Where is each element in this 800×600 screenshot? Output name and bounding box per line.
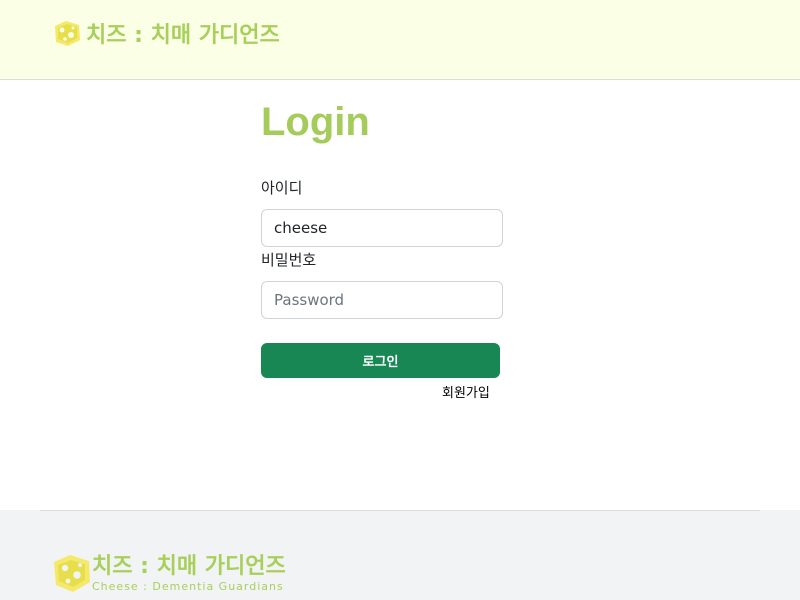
footer-title: 치즈 : 치매 가디언즈 (92, 553, 286, 579)
cheese-logo-icon (52, 552, 92, 594)
login-button[interactable]: 로그인 (261, 343, 500, 378)
brand-link[interactable]: 치즈 : 치매 가디언즈 (52, 17, 280, 49)
footer-brand-text: 치즈 : 치매 가디언즈 Cheese : Dementia Guardians (92, 554, 286, 593)
brand-title: 치즈 : 치매 가디언즈 (86, 23, 280, 48)
footer-divider (40, 510, 760, 511)
login-main: Login 아이디 비밀번호 로그인 회원가입 (0, 80, 800, 510)
footer-subtitle: Cheese : Dementia Guardians (92, 579, 284, 593)
cheese-logo-icon (52, 18, 82, 48)
password-label: 비밀번호 (261, 251, 317, 269)
footer-brand: 치즈 : 치매 가디언즈 Cheese : Dementia Guardians (52, 552, 286, 594)
page-title: Login (261, 100, 370, 144)
signup-link[interactable]: 회원가입 (442, 382, 490, 401)
id-input[interactable] (261, 209, 503, 247)
password-input[interactable] (261, 281, 503, 319)
site-footer: 치즈 : 치매 가디언즈 Cheese : Dementia Guardians (0, 510, 800, 600)
site-header: 치즈 : 치매 가디언즈 (0, 0, 800, 80)
id-label: 아이디 (261, 179, 303, 197)
